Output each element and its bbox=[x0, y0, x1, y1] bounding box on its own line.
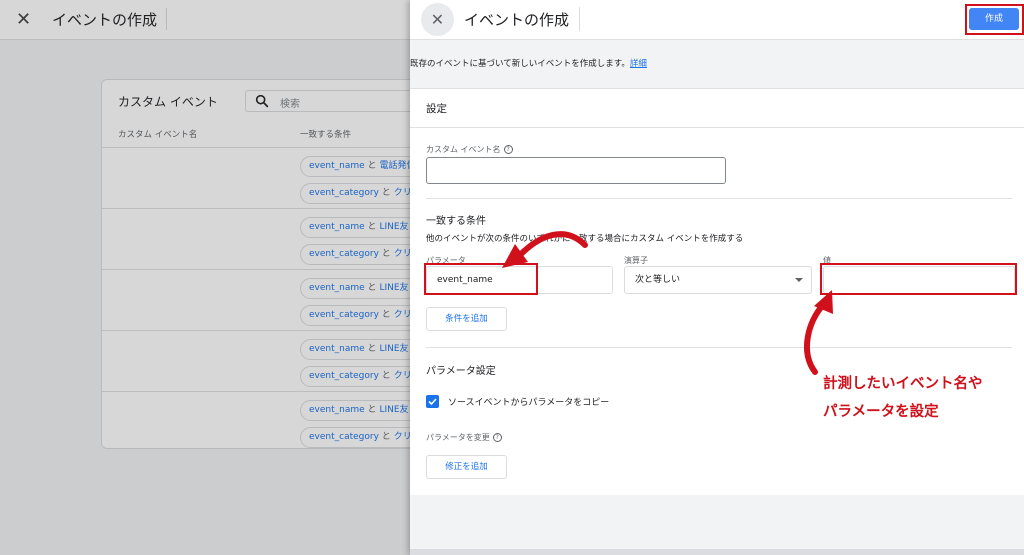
details-link[interactable]: 詳細 bbox=[630, 59, 647, 69]
settings-title: 設定 bbox=[426, 103, 447, 115]
copy-params-checkbox[interactable] bbox=[426, 395, 439, 408]
conditions-title: 一致する条件 bbox=[426, 216, 486, 227]
close-icon[interactable]: ✕ bbox=[421, 3, 454, 36]
help-icon[interactable]: ? bbox=[492, 433, 502, 442]
operator-select[interactable]: 次と等しい bbox=[624, 266, 812, 294]
divider bbox=[426, 347, 1012, 348]
bottom-bar bbox=[410, 549, 1024, 555]
operator-value: 次と等しい bbox=[635, 275, 681, 285]
operator-label: 演算子 bbox=[624, 256, 648, 265]
custom-event-name-input[interactable] bbox=[426, 157, 726, 184]
conditions-description: 他のイベントが次の条件のいずれかに一致する場合にカスタム イベントを作成する bbox=[426, 234, 744, 244]
panel-description: 既存のイベントに基づいて新しいイベントを作成します。詳細 bbox=[410, 59, 647, 69]
copy-params-label: ソースイベントからパラメータをコピー bbox=[448, 398, 610, 408]
divider bbox=[410, 127, 1024, 128]
annotation-text-line1: 計測したいイベント名や bbox=[823, 376, 983, 392]
dropdown-arrow-icon bbox=[795, 278, 803, 282]
add-modification-button[interactable]: 修正を追加 bbox=[426, 455, 507, 479]
check-icon bbox=[428, 398, 437, 406]
add-condition-button[interactable]: 条件を追加 bbox=[426, 307, 507, 331]
divider bbox=[426, 198, 1012, 199]
header-divider bbox=[579, 7, 580, 31]
highlight-box-value bbox=[820, 263, 1017, 295]
annotation-text-line2: パラメータを設定 bbox=[823, 404, 939, 420]
panel-header: ✕ イベントの作成 作成 bbox=[410, 0, 1024, 40]
custom-event-name-label: カスタム イベント名? bbox=[426, 144, 513, 155]
highlight-box-parameter bbox=[424, 263, 538, 295]
highlight-box bbox=[965, 4, 1024, 35]
help-icon[interactable]: ? bbox=[503, 145, 513, 154]
modify-params-label: パラメータを変更? bbox=[426, 432, 502, 443]
panel-title: イベントの作成 bbox=[464, 11, 570, 29]
parameter-settings-title: パラメータ設定 bbox=[426, 366, 496, 377]
